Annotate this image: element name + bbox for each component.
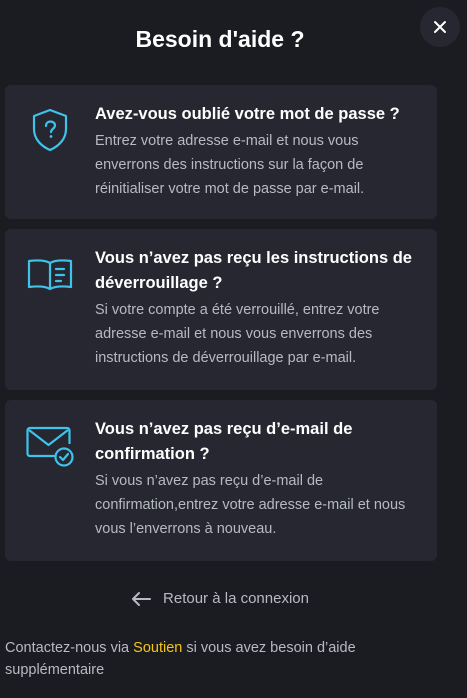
help-card-unlock-instructions[interactable]: Vous n’avez pas reçu les instructions de… xyxy=(5,229,437,390)
card-text: Entrez votre adresse e-mail et nous vous… xyxy=(95,133,365,197)
card-text: Si vous n’avez pas reçu d’e-mail de conf… xyxy=(95,473,406,537)
mail-check-icon xyxy=(25,420,75,470)
arrow-left-icon xyxy=(131,591,152,607)
back-link-label: Retour à la connexion xyxy=(163,590,309,607)
shield-question-icon xyxy=(25,105,75,155)
card-title: Avez-vous oublié votre mot de passe ? xyxy=(95,105,400,123)
book-icon xyxy=(25,249,75,299)
card-title: Vous n’avez pas reçu les instructions de… xyxy=(95,249,412,292)
support-link[interactable]: Soutien xyxy=(133,640,182,656)
help-modal: Besoin d'aide ? Avez-vous oublié votre m… xyxy=(0,0,467,698)
footer-contact-text: Contactez-nous via Soutien si vous avez … xyxy=(5,637,445,681)
back-to-login-link[interactable]: Retour à la connexion xyxy=(0,590,440,607)
card-title: Vous n’avez pas reçu d’e-mail de confirm… xyxy=(95,420,353,463)
footer-prefix: Contactez-nous via xyxy=(5,640,134,656)
help-card-forgot-password[interactable]: Avez-vous oublié votre mot de passe ? En… xyxy=(5,85,437,219)
modal-title: Besoin d'aide ? xyxy=(135,26,305,52)
help-card-confirmation-email[interactable]: Vous n’avez pas reçu d’e-mail de confirm… xyxy=(5,400,437,561)
card-text: Si votre compte a été verrouillé, entrez… xyxy=(95,302,380,366)
